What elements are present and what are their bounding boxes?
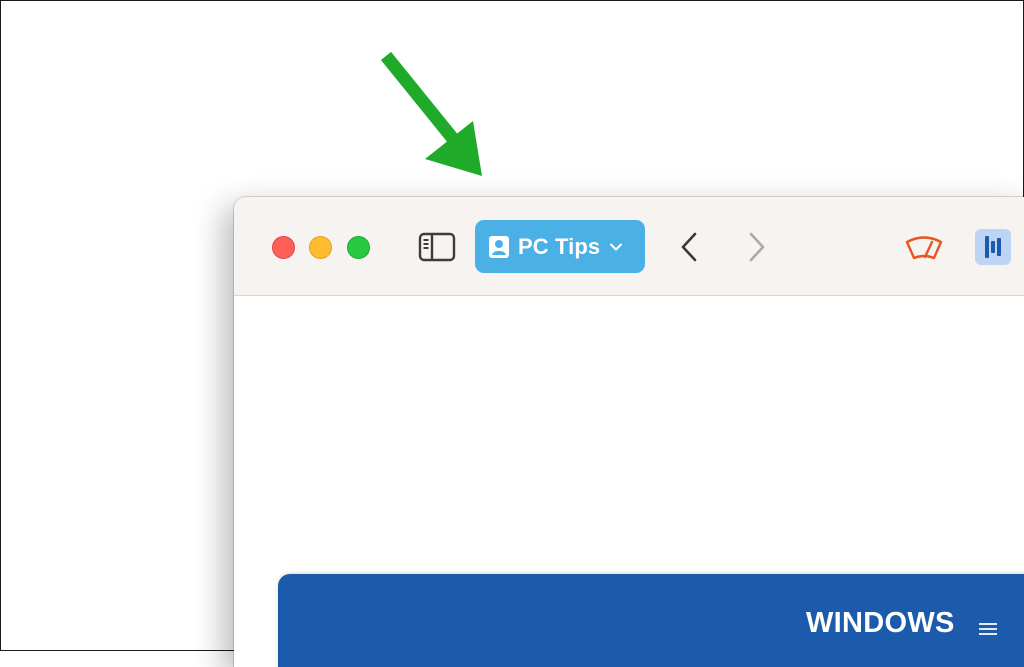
site-header: WINDOWS — [278, 574, 1024, 667]
hamburger-menu-icon[interactable] — [978, 621, 998, 637]
profile-badge-icon — [489, 235, 509, 258]
window-minimize-button[interactable] — [309, 236, 332, 259]
chevron-down-icon — [610, 243, 623, 250]
tab-group-button[interactable]: PC Tips — [475, 220, 645, 273]
window-close-button[interactable] — [272, 236, 295, 259]
window-zoom-button[interactable] — [347, 236, 370, 259]
web-content: WINDOWS — [234, 296, 1024, 667]
bars-extension-icon — [985, 236, 1001, 258]
chevron-left-icon[interactable] — [678, 231, 700, 263]
chevron-right-icon[interactable] — [746, 231, 768, 263]
browser-toolbar: PC Tips — [234, 197, 1024, 296]
tab-group-label: PC Tips — [518, 233, 601, 259]
site-nav-label[interactable]: WINDOWS — [806, 607, 955, 640]
arrow-pointer-icon — [380, 51, 482, 176]
browser-window: PC Tips WINDOWS — [234, 197, 1024, 667]
sidebar-icon[interactable] — [418, 231, 456, 263]
windshield-wiper-icon[interactable] — [904, 233, 944, 261]
bars-extension-button[interactable] — [975, 229, 1011, 265]
